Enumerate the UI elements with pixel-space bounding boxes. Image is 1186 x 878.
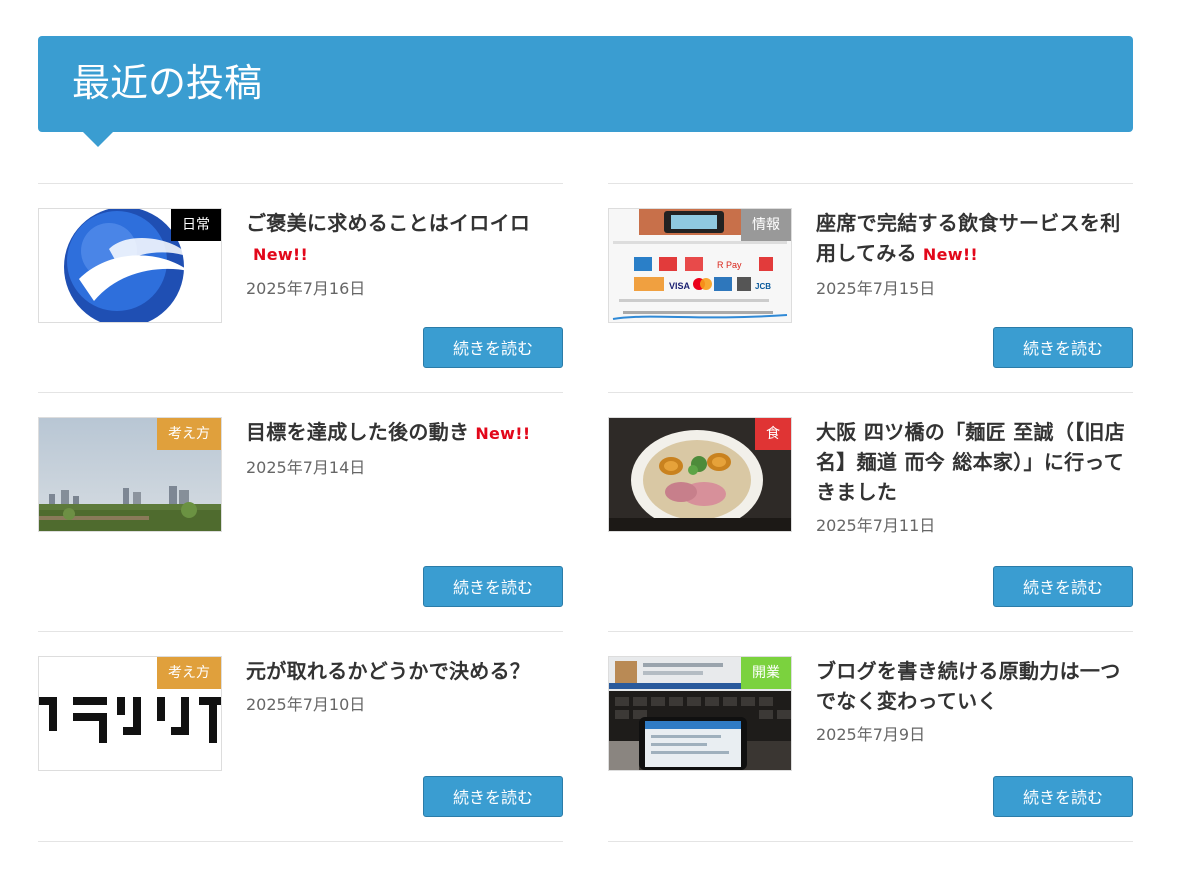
post-title[interactable]: 大阪 四ツ橋の「麺匠 至誠（【旧店名】麺道 而今 総本家）」に行ってきました: [816, 417, 1134, 507]
divider: [608, 631, 1133, 632]
read-more-button[interactable]: 続きを読む: [993, 327, 1133, 368]
post-info: 座席で完結する飲食サービスを利用してみる New!! 2025年7月15日: [816, 208, 1134, 300]
post-card: 日常 ご褒美に求めることはイロイロ New!! 2025年7月16日 続きを読む: [38, 208, 563, 368]
post-card: 考え方 目標を達成した後の動き New!! 2025年7月14日 続きを読む: [38, 417, 563, 607]
post-title[interactable]: 座席で完結する飲食サービスを利用してみる New!!: [816, 208, 1134, 270]
post-card: R Pay VISA JCB 情報 座席で完結する飲食サービスを利用してみる Ne…: [608, 208, 1133, 368]
post-card: 開業 ブログを書き続ける原動力は一つでなく変わっていく 2025年7月9日 続き…: [608, 656, 1133, 826]
post-info: 目標を達成した後の動き New!! 2025年7月14日: [246, 417, 564, 479]
post-info: 大阪 四ツ橋の「麺匠 至誠（【旧店名】麺道 而今 総本家）」に行ってきました 2…: [816, 417, 1134, 537]
post-date: 2025年7月14日: [246, 458, 366, 477]
post-card: 考え方 元が取れるかどうかで決める？ 2025年7月10日 続きを読む: [38, 656, 563, 826]
payment-label: VISA: [669, 281, 691, 291]
post-info: 元が取れるかどうかで決める？ 2025年7月10日: [246, 656, 564, 716]
post-title-text[interactable]: 元が取れるかどうかで決める？: [246, 659, 530, 683]
divider: [38, 392, 563, 393]
post-thumbnail[interactable]: 考え方: [38, 417, 222, 532]
post-date: 2025年7月11日: [816, 516, 936, 535]
read-more-button[interactable]: 続きを読む: [423, 566, 563, 607]
payment-label: JCB: [755, 282, 771, 291]
new-badge: New!!: [922, 245, 979, 264]
divider: [38, 183, 563, 184]
category-badge[interactable]: 考え方: [157, 418, 221, 450]
post-info: ブログを書き続ける原動力は一つでなく変わっていく 2025年7月9日: [816, 656, 1134, 746]
post-title-text[interactable]: 目標を達成した後の動き: [246, 420, 469, 444]
divider: [608, 183, 1133, 184]
post-thumbnail[interactable]: 開業: [608, 656, 792, 771]
post-title-text[interactable]: 大阪 四ツ橋の「麺匠 至誠（【旧店名】麺道 而今 総本家）」に行ってきました: [816, 420, 1125, 504]
post-thumbnail[interactable]: R Pay VISA JCB 情報: [608, 208, 792, 323]
post-title[interactable]: 目標を達成した後の動き New!!: [246, 417, 564, 449]
section-title: 最近の投稿: [72, 61, 263, 105]
read-more-button[interactable]: 続きを読む: [993, 566, 1133, 607]
post-title[interactable]: ご褒美に求めることはイロイロ New!!: [246, 208, 564, 270]
divider: [38, 631, 563, 632]
category-badge[interactable]: 考え方: [157, 657, 221, 689]
divider: [608, 841, 1133, 842]
post-title[interactable]: 元が取れるかどうかで決める？: [246, 656, 564, 686]
post-title-text[interactable]: ご褒美に求めることはイロイロ: [246, 211, 530, 235]
section-header: 最近の投稿: [38, 36, 1133, 147]
new-badge: New!!: [475, 424, 531, 443]
divider: [38, 841, 563, 842]
category-badge[interactable]: 日常: [171, 209, 221, 241]
read-more-button[interactable]: 続きを読む: [423, 327, 563, 368]
post-thumbnail[interactable]: 食: [608, 417, 792, 532]
post-date: 2025年7月15日: [816, 279, 936, 298]
post-thumbnail[interactable]: 考え方: [38, 656, 222, 771]
post-card: 食 大阪 四ツ橋の「麺匠 至誠（【旧店名】麺道 而今 総本家）」に行ってきました…: [608, 417, 1133, 607]
post-date: 2025年7月16日: [246, 279, 366, 298]
post-thumbnail[interactable]: 日常: [38, 208, 222, 323]
category-badge[interactable]: 情報: [741, 209, 791, 241]
read-more-button[interactable]: 続きを読む: [993, 776, 1133, 817]
read-more-button[interactable]: 続きを読む: [423, 776, 563, 817]
post-date: 2025年7月10日: [246, 695, 366, 714]
new-badge: New!!: [253, 245, 309, 264]
category-badge[interactable]: 食: [755, 418, 791, 450]
category-badge[interactable]: 開業: [741, 657, 791, 689]
post-date: 2025年7月9日: [816, 725, 926, 744]
divider: [608, 392, 1133, 393]
post-title-text[interactable]: ブログを書き続ける原動力は一つでなく変わっていく: [816, 659, 1121, 713]
post-title[interactable]: ブログを書き続ける原動力は一つでなく変わっていく: [816, 656, 1134, 716]
payment-label: R Pay: [717, 260, 742, 270]
post-info: ご褒美に求めることはイロイロ New!! 2025年7月16日: [246, 208, 564, 300]
